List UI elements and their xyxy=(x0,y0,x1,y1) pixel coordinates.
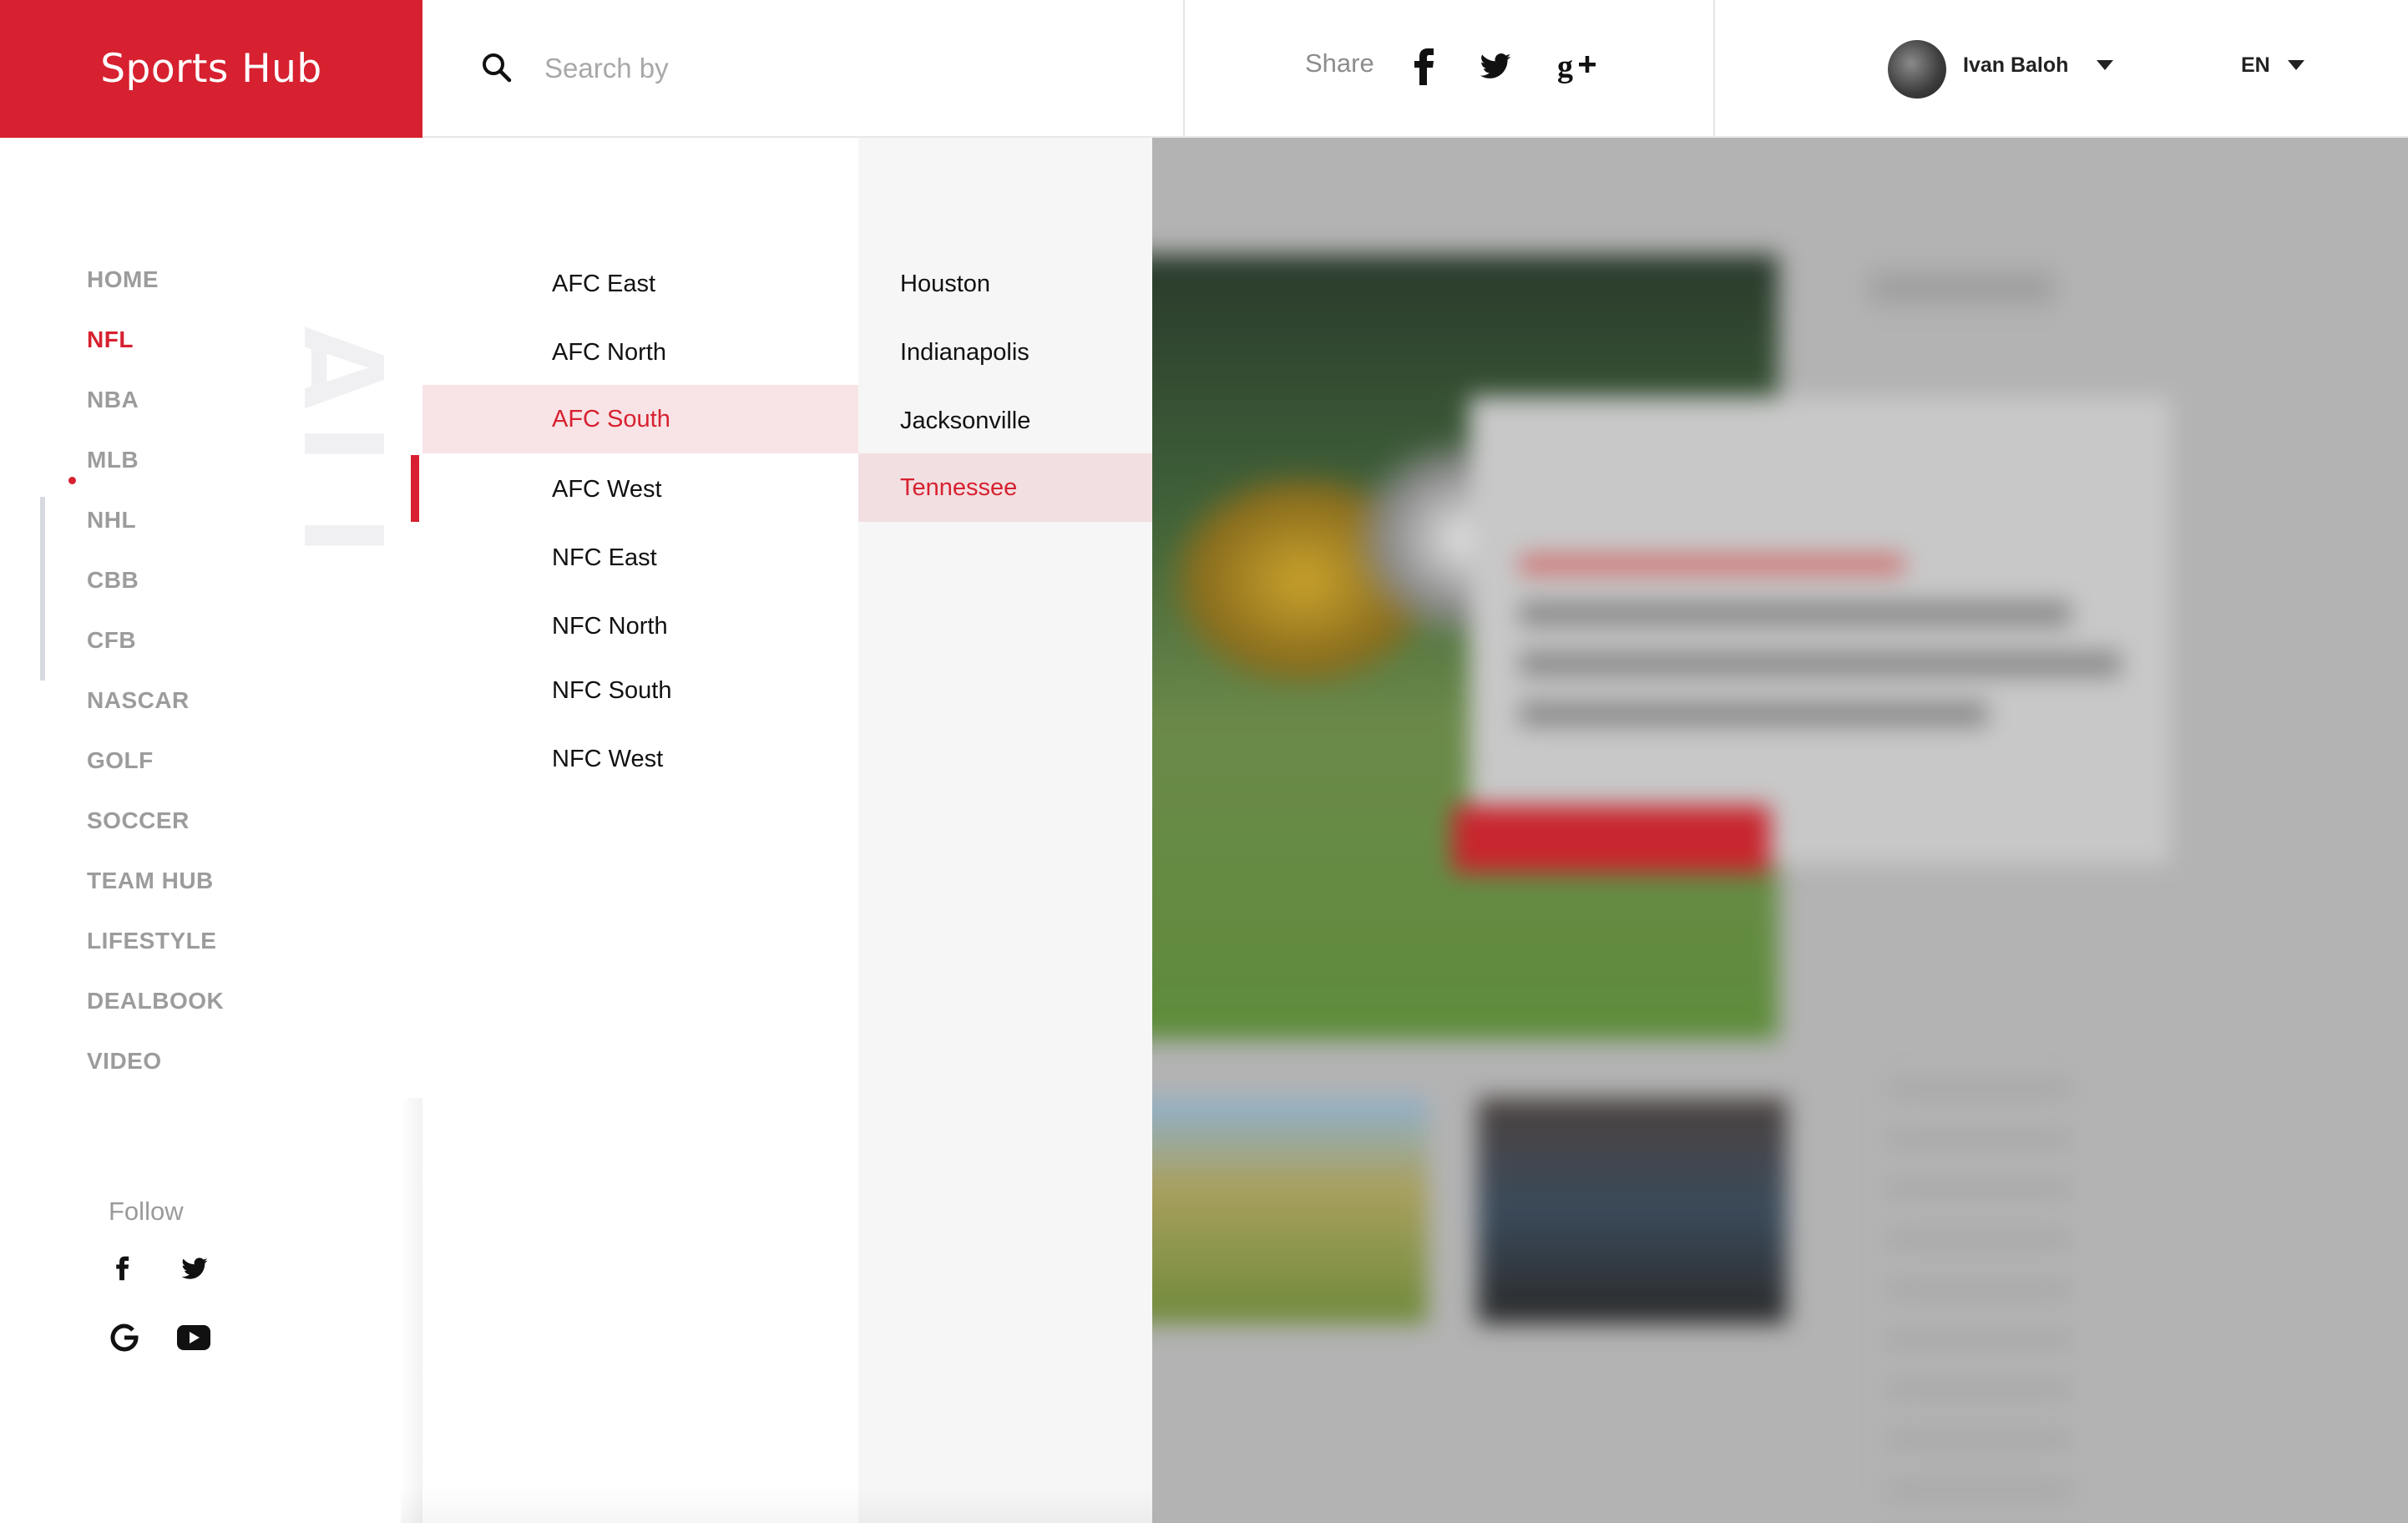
division-item-nfc-north[interactable]: NFC North xyxy=(422,592,858,660)
youtube-icon[interactable] xyxy=(177,1325,210,1350)
sidebar-item-dealbook[interactable]: DEALBOOK xyxy=(87,988,224,1014)
sidebar-item-golf[interactable]: GOLF xyxy=(87,747,154,774)
division-item-nfc-west[interactable]: NFC West xyxy=(422,725,858,793)
logo[interactable]: Sports Hub xyxy=(0,0,422,138)
teams-menu: Houston Indianapolis Jacksonville Tennes… xyxy=(858,138,1152,1523)
top-header: Share g Ivan Baloh EN xyxy=(422,0,2408,138)
sidebar-item-cbb[interactable]: CBB xyxy=(87,567,139,594)
sidebar-scrollbar[interactable] xyxy=(40,497,45,681)
hero-article-button xyxy=(1453,806,1770,873)
share-bar: Share g xyxy=(1185,0,1715,136)
active-dot-icon xyxy=(68,477,76,484)
sidebar-item-video[interactable]: VIDEO xyxy=(87,1048,162,1075)
hero-article-card xyxy=(1470,397,2171,864)
hero-article-title-line xyxy=(1520,601,2071,626)
sidebar-item-nascar[interactable]: NASCAR xyxy=(87,687,190,714)
google-plus-icon[interactable]: g xyxy=(1557,48,1597,83)
side-article-list xyxy=(1887,1081,2071,1499)
bottom-shadow xyxy=(401,1486,1152,1523)
team-item-indianapolis[interactable]: Indianapolis xyxy=(858,318,1152,387)
division-label: NFC North xyxy=(552,613,668,640)
team-label: Jacksonville xyxy=(900,407,1031,434)
facebook-icon[interactable] xyxy=(1410,48,1439,85)
active-indicator xyxy=(411,455,419,522)
division-item-afc-east[interactable]: AFC East xyxy=(422,250,858,318)
twitter-icon[interactable] xyxy=(179,1255,210,1283)
user-name[interactable]: Ivan Baloh xyxy=(1963,53,2068,78)
sidebar-item-home[interactable]: HOME xyxy=(87,266,159,293)
hero-article-title-line xyxy=(1520,701,1987,726)
sidebar-item-nba[interactable]: NBA xyxy=(87,387,139,413)
team-label: Houston xyxy=(900,271,991,297)
logo-text: Sports Hub xyxy=(100,46,322,92)
division-item-nfc-south[interactable]: NFC South xyxy=(422,656,858,725)
sidebar-item-nfl[interactable]: NFL xyxy=(87,326,134,353)
article-thumbnail xyxy=(1152,1098,1428,1323)
google-icon[interactable] xyxy=(110,1323,139,1352)
facebook-icon[interactable] xyxy=(114,1253,132,1283)
blurred-page-background xyxy=(1152,138,2408,1523)
avatar[interactable] xyxy=(1888,40,1946,99)
division-label: NFC South xyxy=(552,677,672,704)
sidebar-item-soccer[interactable]: SOCCER xyxy=(87,807,190,834)
chevron-down-icon[interactable] xyxy=(2097,60,2113,70)
chevron-down-icon[interactable] xyxy=(2288,60,2304,70)
team-label: Indianapolis xyxy=(900,339,1029,366)
twitter-icon[interactable] xyxy=(1477,50,1514,83)
sidebar-item-team-hub[interactable]: TEAM HUB xyxy=(87,868,214,894)
sidebar-item-mlb[interactable]: MLB xyxy=(87,447,139,473)
search-input[interactable] xyxy=(544,48,1079,89)
team-item-tennessee[interactable]: Tennessee xyxy=(858,453,1152,522)
language-selector[interactable]: EN xyxy=(2241,53,2270,78)
division-item-afc-west[interactable]: AFC West xyxy=(422,455,858,524)
division-label: NFC West xyxy=(552,746,664,772)
team-item-houston[interactable]: Houston xyxy=(858,250,1152,318)
hero-article-category xyxy=(1520,555,1904,574)
divisions-menu: AFC East AFC North AFC South AFC West NF… xyxy=(401,138,858,1523)
division-label: NFC East xyxy=(552,544,657,571)
share-label: Share xyxy=(1305,48,1374,78)
blurred-content xyxy=(1152,138,2408,1523)
hero-article-title-line xyxy=(1520,651,2121,676)
division-label: AFC East xyxy=(552,271,656,297)
search-bar xyxy=(422,0,1185,136)
sidebar: ALL HOME NFL NBA MLB NHL CBB CFB NASCAR … xyxy=(0,138,422,1523)
follow-label: Follow xyxy=(109,1197,184,1226)
division-item-nfc-east[interactable]: NFC East xyxy=(422,524,858,592)
article-thumbnail xyxy=(1478,1098,1787,1323)
division-label: AFC West xyxy=(552,476,662,503)
sidebar-watermark-text: ALL xyxy=(305,316,414,608)
division-label: AFC North xyxy=(552,339,666,366)
sidebar-item-lifestyle[interactable]: LIFESTYLE xyxy=(87,928,216,954)
team-label: Tennessee xyxy=(900,474,1018,501)
sidebar-watermark: ALL xyxy=(305,305,422,706)
sidebar-item-cfb[interactable]: CFB xyxy=(87,627,136,654)
hero-pagination xyxy=(1870,271,2054,305)
division-item-afc-north[interactable]: AFC North xyxy=(422,318,858,387)
team-item-jacksonville[interactable]: Jacksonville xyxy=(858,387,1152,455)
svg-text:g: g xyxy=(1557,49,1573,83)
division-label: AFC South xyxy=(552,406,670,433)
division-item-afc-south[interactable]: AFC South xyxy=(422,385,858,453)
sidebar-item-nhl[interactable]: NHL xyxy=(87,507,136,534)
search-icon[interactable] xyxy=(481,52,513,83)
panel-shadow xyxy=(401,1098,422,1523)
